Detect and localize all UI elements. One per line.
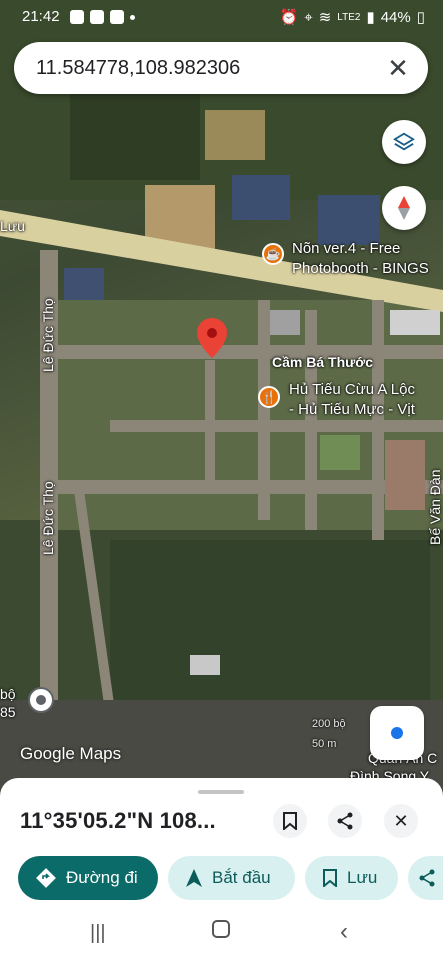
street-label-le-duc-tho-upper: Lê Đức Thọ: [40, 298, 56, 372]
notification-icons: [70, 10, 135, 24]
compass-button[interactable]: [382, 186, 426, 230]
street-label-le-duc-tho-lower: Lê Đức Thọ: [40, 481, 56, 555]
left-edge-label-1: bộ: [0, 686, 16, 702]
message-icon: [70, 10, 84, 24]
road-label-luu: Lưu: [0, 218, 25, 234]
layers-icon: [393, 132, 415, 151]
save-bookmark-icon: [323, 869, 337, 887]
zalo-icon: [110, 10, 124, 24]
directions-label: Đường đi: [66, 868, 138, 887]
street-label-be-van-dan: Bế Văn Đàn: [427, 469, 443, 546]
share-chip-icon: [419, 869, 435, 887]
bookmark-button[interactable]: [273, 804, 307, 838]
share-button[interactable]: [328, 804, 362, 838]
close-icon[interactable]: ✕: [384, 54, 412, 82]
save-label: Lưu: [347, 868, 378, 887]
bookmark-icon: [283, 812, 297, 830]
poi-photobooth-line2[interactable]: Photobooth - BINGS: [292, 260, 429, 277]
place-sheet[interactable]: 11°35'05.2"N 108... ✕ Đường đi Bắt đầu L…: [0, 778, 443, 908]
my-location-icon: [391, 727, 403, 739]
compass-icon: [398, 196, 410, 220]
status-time: 21:42: [22, 8, 60, 25]
my-location-button[interactable]: [370, 706, 424, 760]
poi-hu-tieu-line1[interactable]: Hủ Tiếu Cừu A Lộc: [289, 381, 415, 398]
map-view[interactable]: [0, 0, 443, 800]
save-button[interactable]: Lưu: [305, 856, 398, 900]
home-icon[interactable]: [212, 920, 230, 944]
street-label-cam-ba-thuoc: Cầm Bá Thước: [272, 354, 374, 370]
sheet-drag-handle[interactable]: [198, 790, 244, 794]
share-chip-button[interactable]: [408, 856, 443, 900]
lte-label: LTE2: [337, 11, 361, 23]
location-icon: ⌖: [304, 8, 313, 26]
alarm-icon: ⏰: [279, 9, 299, 26]
restaurant-icon[interactable]: 🍴: [258, 386, 280, 408]
status-bar: 21:42 ⏰ ⌖ ≋ LTE2 ▮ 44% ▯: [0, 0, 443, 34]
map-imagery: [0, 0, 443, 800]
poi-photobooth-line1[interactable]: Nõn ver.4 - Free: [292, 240, 400, 257]
battery-text: 44%: [380, 8, 411, 26]
google-maps-watermark: Google Maps: [20, 744, 122, 763]
scale-label-m: 50 m: [312, 738, 337, 750]
more-notifications-icon: [130, 14, 135, 20]
coordinates-title: 11°35'05.2"N 108...: [20, 808, 216, 833]
signal-icon: ▮: [366, 9, 375, 26]
search-query[interactable]: 11.584778,108.982306: [36, 57, 240, 80]
system-icons: ⏰ ⌖ ≋ LTE2 ▮ 44% ▯: [279, 8, 425, 27]
close-sheet-icon: ✕: [393, 810, 409, 831]
navigation-arrow-icon: [186, 869, 202, 887]
share-icon: [337, 812, 353, 830]
directions-button[interactable]: Đường đi: [18, 856, 158, 900]
gallery-icon: [90, 10, 104, 24]
layers-button[interactable]: [382, 120, 426, 164]
wifi-icon: ≋: [318, 9, 332, 26]
close-sheet-button[interactable]: ✕: [384, 804, 418, 838]
recent-apps-icon[interactable]: |||: [90, 922, 106, 945]
cafe-icon[interactable]: ☕: [262, 243, 284, 265]
search-bar[interactable]: 11.584778,108.982306 ✕: [14, 42, 428, 94]
start-label: Bắt đầu: [212, 868, 271, 887]
scale-label: 200 bộ: [312, 718, 346, 730]
poi-hu-tieu-line2[interactable]: - Hủ Tiếu Mực - Vịt: [289, 401, 415, 418]
system-navigation-bar: ||| ‹: [0, 908, 443, 960]
directions-icon: [36, 868, 56, 888]
street-view-icon[interactable]: [28, 687, 54, 713]
left-edge-label-2: 85: [0, 704, 16, 720]
start-button[interactable]: Bắt đầu: [168, 856, 295, 900]
battery-icon: ▯: [416, 9, 425, 26]
back-icon[interactable]: ‹: [340, 918, 348, 946]
map-pin-icon[interactable]: [197, 318, 227, 358]
